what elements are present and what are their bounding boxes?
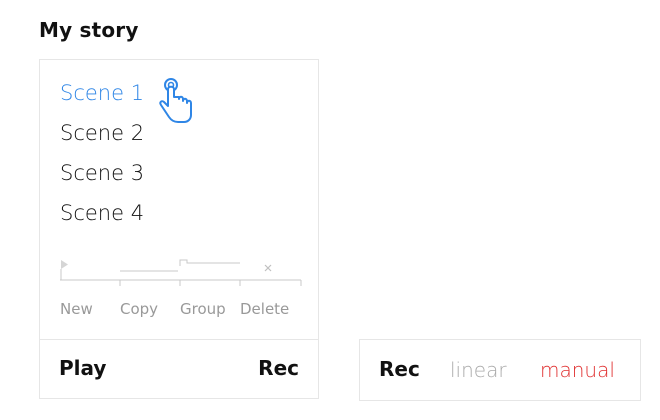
group-bracket-icon [179, 259, 240, 266]
new-scene-button[interactable]: New [60, 300, 120, 318]
story-panel: Scene 1 Scene 2 Scene 3 Scene 4 New Copy… [39, 59, 319, 399]
mode-option-linear[interactable]: linear [450, 358, 507, 382]
scene-item-4[interactable]: Scene 4 [60, 196, 144, 236]
play-button[interactable]: Play [59, 356, 106, 380]
panel-divider [40, 339, 318, 340]
page-title: My story [39, 18, 139, 42]
copy-scene-button[interactable]: Copy [120, 300, 180, 318]
delete-scene-button[interactable]: Delete [240, 300, 300, 318]
hand-pointer-icon [159, 78, 192, 123]
record-button[interactable]: Rec [258, 356, 299, 380]
play-triangle-icon [60, 260, 68, 280]
scene-item-1[interactable]: Scene 1 [60, 76, 144, 116]
group-scene-button[interactable]: Group [180, 300, 240, 318]
scene-list: Scene 1 Scene 2 Scene 3 Scene 4 [60, 76, 144, 236]
scene-item-2[interactable]: Scene 2 [60, 116, 144, 156]
scene-item-3[interactable]: Scene 3 [60, 156, 144, 196]
mode-option-manual[interactable]: manual [540, 358, 615, 382]
recorder-rec-button[interactable]: Rec [379, 357, 420, 381]
close-icon [264, 264, 272, 272]
recorder-panel: Rec linear manual [359, 339, 641, 401]
toolbar-timeline-graphic [60, 259, 302, 286]
scene-toolbar: New Copy Group Delete [60, 256, 302, 336]
